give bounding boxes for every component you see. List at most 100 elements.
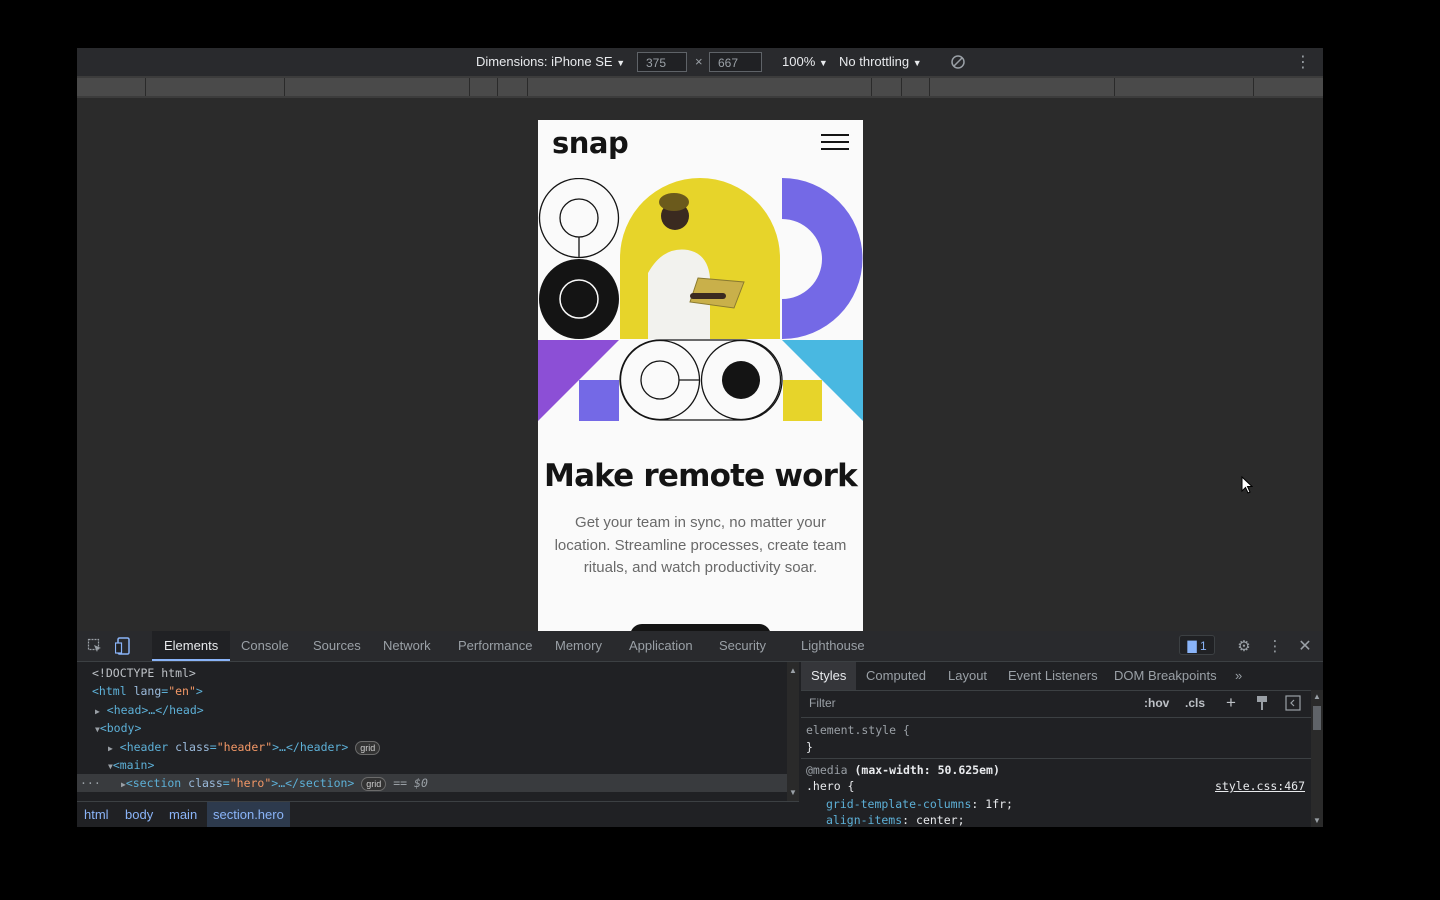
tab-security[interactable]: Security — [719, 631, 766, 661]
hero-illustration — [538, 178, 863, 421]
close-brace: } — [806, 740, 813, 754]
message-icon: ▇ — [1187, 639, 1197, 653]
close-icon[interactable]: ✕ — [1297, 637, 1313, 655]
filter-input[interactable]: Filter — [809, 696, 836, 710]
scroll-up-icon[interactable]: ▲ — [1313, 692, 1321, 701]
css-property-align-items[interactable]: align-items: center; — [826, 812, 965, 827]
tab-styles[interactable]: Styles — [801, 662, 857, 690]
tab-application[interactable]: Application — [629, 631, 693, 661]
tag-name: <body> — [99, 721, 142, 735]
ruler-segment[interactable] — [1254, 78, 1323, 96]
times-sign: × — [695, 54, 703, 69]
source-link[interactable]: style.css:467 — [1215, 778, 1305, 794]
grid-badge[interactable]: grid — [355, 740, 381, 755]
css-property-grid-template-columns[interactable]: grid-template-columns: 1fr; — [826, 796, 1013, 812]
dom-node-main[interactable]: ▼<main> — [77, 756, 818, 774]
ellipsis-icon[interactable]: ··· — [80, 774, 101, 792]
tag-name: <head>…</head> — [106, 703, 204, 717]
zoom-dropdown[interactable]: 100% ▼ — [782, 48, 828, 76]
expand-triangle-icon[interactable]: ▶ — [95, 707, 100, 716]
caret-down-icon: ▼ — [912, 58, 922, 68]
rotate-icon[interactable] — [949, 53, 967, 71]
height-input[interactable]: 667 — [709, 52, 762, 72]
width-input[interactable]: 375 — [637, 52, 687, 72]
attr-name: class — [175, 740, 210, 754]
new-rule-plus-icon[interactable]: + — [1226, 693, 1236, 713]
styles-filter: Filter :hov .cls + — [801, 691, 1311, 718]
ruler-segment[interactable] — [872, 78, 902, 96]
tab-performance[interactable]: Performance — [458, 631, 532, 661]
tab-elements[interactable]: Elements — [152, 631, 231, 661]
tab-computed[interactable]: Computed — [866, 662, 926, 690]
breadcrumb: html body main section.hero — [77, 801, 799, 827]
ruler-segment[interactable] — [77, 78, 146, 96]
tab-console[interactable]: Console — [241, 631, 289, 661]
ruler-segment[interactable] — [902, 78, 930, 96]
dimensions-dropdown[interactable]: Dimensions: iPhone SE ▼ — [476, 48, 625, 76]
breadcrumb-main[interactable]: main — [169, 802, 197, 827]
styles-scrollbar[interactable]: ▲ ▼ — [1311, 690, 1323, 827]
hero-selector[interactable]: .hero { — [806, 778, 854, 794]
media-keyword: @media — [806, 763, 848, 777]
ruler-segment[interactable] — [1115, 78, 1254, 96]
scroll-up-icon[interactable]: ▲ — [789, 666, 797, 675]
throttling-dropdown[interactable]: No throttling ▼ — [839, 48, 922, 76]
dom-node-html[interactable]: <html lang="en"> — [77, 682, 802, 700]
ruler-segment[interactable] — [146, 78, 285, 96]
learn-more-button[interactable] — [630, 624, 771, 631]
dom-node-section-selected[interactable]: ··· ▶<section class="hero">…</section> g… — [77, 774, 787, 792]
more-options-icon[interactable]: ⋮ — [1295, 53, 1311, 71]
ruler-segment[interactable] — [285, 78, 470, 96]
more-vertical-icon[interactable]: ⋮ — [1268, 637, 1283, 655]
elements-tree: <!DOCTYPE html> <html lang="en"> ▶ <head… — [77, 662, 787, 801]
ruler-segment[interactable] — [470, 78, 498, 96]
caret-down-icon: ▼ — [616, 58, 626, 68]
dom-node-doctype[interactable]: <!DOCTYPE html> — [77, 664, 802, 682]
toggle-sidebar-icon[interactable] — [1285, 695, 1301, 711]
scroll-down-icon[interactable]: ▼ — [1313, 816, 1321, 825]
styles-tab-bar: Styles Computed Layout Event Listeners D… — [801, 662, 1323, 691]
scroll-down-icon[interactable]: ▼ — [789, 788, 797, 797]
ruler-segment[interactable] — [930, 78, 1115, 96]
ruler-segment[interactable] — [528, 78, 872, 96]
hov-toggle[interactable]: :hov — [1144, 696, 1169, 710]
tab-memory[interactable]: Memory — [555, 631, 602, 661]
scrollbar-thumb[interactable] — [1313, 706, 1321, 730]
property-value: center; — [916, 813, 965, 827]
element-style-rule[interactable]: element.style { — [806, 722, 910, 738]
device-toolbar-toggle-icon[interactable] — [115, 637, 131, 655]
caret-down-icon: ▼ — [818, 58, 828, 68]
dom-node-body[interactable]: ▼<body> — [77, 719, 805, 737]
attr-name: class — [188, 776, 223, 790]
tab-dom-breakpoints[interactable]: DOM Breakpoints — [1114, 662, 1217, 690]
breadcrumb-html[interactable]: html — [84, 802, 109, 827]
grid-badge[interactable]: grid — [361, 776, 387, 791]
devtools-tab-bar: Elements Console Sources Network Perform… — [77, 631, 1323, 662]
tab-event-listeners[interactable]: Event Listeners — [1008, 662, 1098, 690]
tab-sources[interactable]: Sources — [313, 631, 361, 661]
breadcrumb-section-hero[interactable]: section.hero — [207, 802, 290, 827]
zoom-label: 100% — [782, 54, 816, 69]
more-tabs-icon[interactable]: » — [1235, 662, 1242, 690]
tab-lighthouse[interactable]: Lighthouse — [801, 631, 865, 661]
issues-badge[interactable]: ▇ 1 — [1179, 635, 1215, 655]
expand-triangle-icon[interactable]: ▶ — [108, 744, 113, 753]
tab-network[interactable]: Network — [383, 631, 431, 661]
styles-pane: Styles Computed Layout Event Listeners D… — [801, 662, 1323, 827]
paint-brush-icon[interactable] — [1255, 695, 1269, 711]
property-name: grid-template-columns — [826, 797, 972, 811]
breadcrumb-body[interactable]: body — [125, 802, 153, 827]
media-query: (max-width: 50.625em) — [854, 763, 1000, 777]
dom-node-header[interactable]: ▶ <header class="header">…</header> grid — [77, 738, 818, 756]
ruler-segment[interactable] — [498, 78, 528, 96]
cls-toggle[interactable]: .cls — [1185, 696, 1205, 710]
property-value: 1fr; — [985, 797, 1013, 811]
dom-node-head[interactable]: ▶ <head>…</head> — [77, 701, 805, 719]
inspect-element-icon[interactable] — [87, 638, 103, 654]
hamburger-menu-icon[interactable] — [821, 134, 849, 152]
device-viewport: snap Make remote work Get your team in s… — [77, 98, 1323, 631]
elements-scrollbar[interactable]: ▲ ▼ — [787, 662, 799, 801]
site-logo[interactable]: snap — [552, 126, 629, 160]
tab-layout[interactable]: Layout — [948, 662, 987, 690]
settings-gear-icon[interactable]: ⚙ — [1236, 638, 1252, 655]
